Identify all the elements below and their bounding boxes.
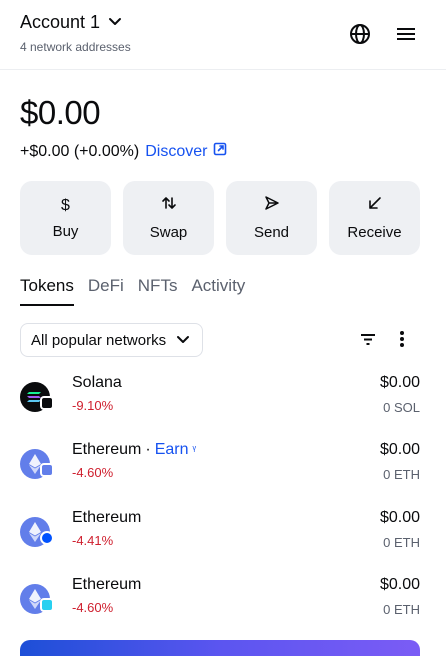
account-name: Account 1	[20, 12, 101, 32]
receive-label: Receive	[347, 224, 402, 241]
network-badge-icon	[40, 463, 54, 477]
balance-change: +$0.00 (+0.00%)	[20, 142, 140, 160]
tab-nfts[interactable]: NFTs	[138, 276, 178, 306]
token-value: $0.00	[379, 576, 420, 593]
sort-icon[interactable]	[356, 327, 380, 351]
network-badge-icon	[40, 531, 54, 545]
buy-button[interactable]: $ Buy	[20, 181, 111, 255]
account-switcher[interactable]: Account 1	[20, 12, 122, 33]
swap-button[interactable]: Swap	[123, 181, 214, 255]
token-amount: 0 SOL	[383, 400, 420, 415]
token-change: -9.10%	[72, 398, 114, 413]
sprout-icon: ᵞ	[192, 444, 197, 456]
menu-icon[interactable]	[394, 22, 418, 46]
chevron-down-icon	[108, 14, 122, 32]
tab-activity[interactable]: Activity	[191, 276, 245, 306]
token-change: -4.60%	[72, 465, 114, 480]
dollar-icon: $	[61, 196, 70, 214]
external-link-icon	[213, 142, 227, 161]
token-name: Ethereum	[72, 509, 142, 526]
network-select-label: All popular networks	[31, 331, 167, 349]
buy-label: Buy	[52, 222, 79, 240]
discover-label: Discover	[145, 142, 208, 160]
balance-change-row: +$0.00 (+0.00%) Discover	[20, 142, 227, 161]
token-change: -4.41%	[72, 533, 114, 548]
quick-actions: $ Buy Swap Send Receive	[20, 181, 420, 255]
header: Account 1 4 network addresses	[0, 0, 446, 70]
token-amount: 0 ETH	[383, 602, 420, 617]
tab-tokens[interactable]: Tokens	[20, 276, 74, 306]
token-amount: 0 ETH	[383, 467, 420, 482]
discover-link[interactable]: Discover	[145, 142, 227, 161]
send-icon	[264, 195, 280, 216]
token-amount: 0 ETH	[383, 535, 420, 550]
token-name-row: Ethereum · Earn ᵞ	[72, 441, 196, 459]
chevron-down-icon	[176, 332, 190, 349]
globe-icon[interactable]	[348, 22, 372, 46]
token-value: $0.00	[379, 441, 420, 458]
token-name: Ethereum	[72, 576, 142, 593]
receive-button[interactable]: Receive	[329, 181, 420, 255]
token-value: $0.00	[379, 374, 420, 391]
token-change: -4.60%	[72, 600, 114, 615]
token-row-solana[interactable]: Solana -9.10% $0.00 0 SOL	[20, 374, 420, 424]
receive-icon	[367, 195, 383, 216]
earn-link[interactable]: Earn	[155, 441, 189, 459]
tab-defi[interactable]: DeFi	[88, 276, 124, 306]
swap-label: Swap	[149, 224, 188, 241]
more-options-icon[interactable]	[390, 327, 414, 351]
token-row-ethereum-earn[interactable]: Ethereum · Earn ᵞ -4.60% $0.00 0 ETH	[20, 441, 420, 491]
network-badge-icon	[40, 396, 54, 410]
send-label: Send	[253, 224, 290, 241]
separator-dot: ·	[145, 441, 151, 458]
token-name: Solana	[72, 374, 122, 391]
network-badge-icon	[40, 598, 54, 612]
token-row-ethereum-base[interactable]: Ethereum -4.41% $0.00 0 ETH	[20, 509, 420, 559]
asset-tabs: Tokens DeFi NFTs Activity	[20, 276, 245, 306]
token-value: $0.00	[379, 509, 420, 526]
total-balance: $0.00	[20, 94, 101, 131]
send-button[interactable]: Send	[226, 181, 317, 255]
swap-icon	[161, 195, 177, 216]
token-row-ethereum-l2[interactable]: Ethereum -4.60% $0.00 0 ETH	[20, 576, 420, 626]
filter-row: All popular networks	[20, 323, 420, 357]
token-name: Ethereum	[72, 441, 142, 458]
network-addresses: 4 network addresses	[20, 40, 131, 54]
promo-banner[interactable]	[20, 640, 420, 656]
network-select[interactable]: All popular networks	[20, 323, 204, 357]
header-actions	[348, 22, 418, 46]
